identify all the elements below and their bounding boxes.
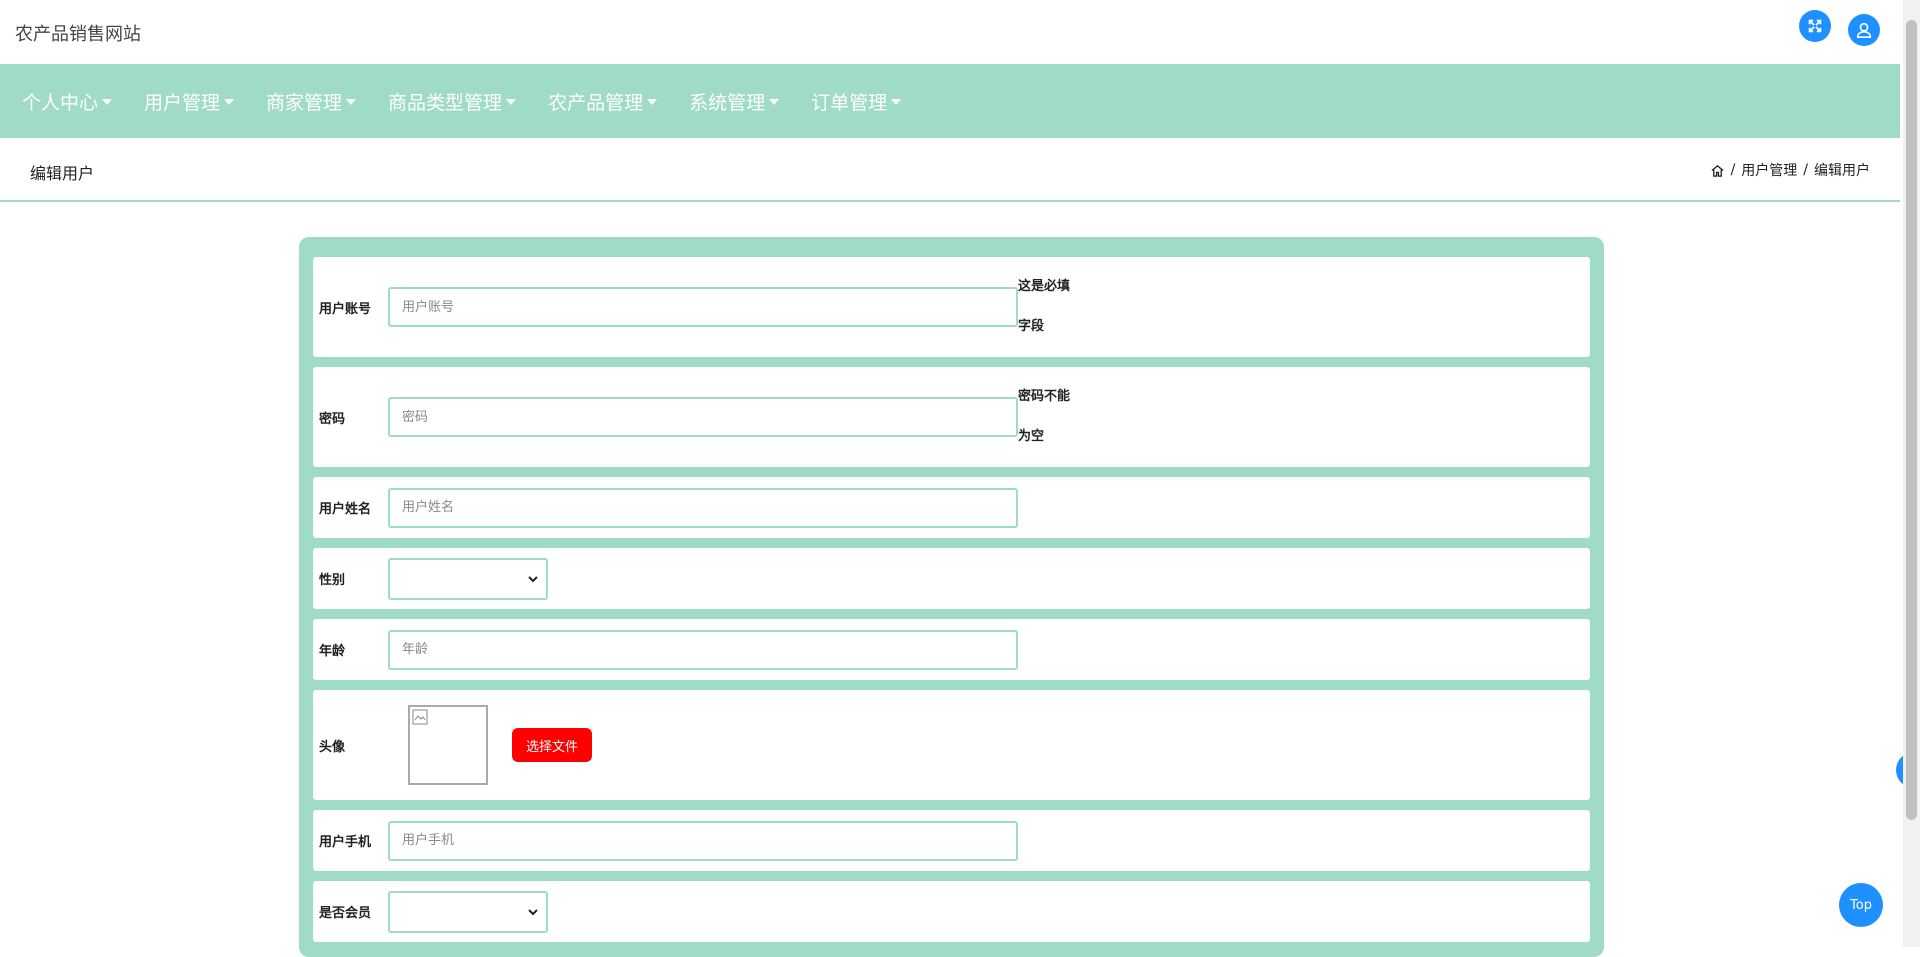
chevron-down-icon <box>528 575 538 582</box>
account-label: 用户账号 <box>319 301 372 317</box>
edit-user-form: 用户账号 这是必填 字段 密码 密码不能 为空 用户姓名 性别 年龄 头像 选择… <box>299 237 1604 957</box>
page-title: 编辑用户 <box>30 164 95 183</box>
breadcrumb-separator: / <box>1803 162 1808 178</box>
site-title: 农产品销售网站 <box>15 24 141 45</box>
password-hint: 密码不能 <box>1018 389 1071 404</box>
chevron-down-icon <box>528 908 538 915</box>
password-label: 密码 <box>319 411 346 427</box>
caret-down-icon <box>346 99 357 105</box>
page-scrollbar[interactable] <box>1903 0 1920 947</box>
breadcrumb: / 用户管理 / 编辑用户 <box>1710 160 1870 180</box>
nav-item-system-management[interactable]: 系统管理 <box>689 88 780 115</box>
gender-label: 性别 <box>319 573 346 588</box>
nav-item-user-management[interactable]: 用户管理 <box>144 88 235 115</box>
caret-down-icon <box>891 99 902 105</box>
nav-item-farm-product-management[interactable]: 农产品管理 <box>548 88 658 115</box>
form-row-avatar: 头像 选择文件 <box>313 690 1590 800</box>
phone-label: 用户手机 <box>319 835 372 850</box>
account-input[interactable] <box>388 287 1018 327</box>
password-input[interactable] <box>388 397 1018 437</box>
form-row-account: 用户账号 这是必填 字段 <box>313 257 1590 357</box>
scrollbar-thumb[interactable] <box>1906 20 1917 820</box>
caret-down-icon <box>769 99 780 105</box>
age-input[interactable] <box>388 629 1018 670</box>
breadcrumb-separator: / <box>1730 162 1736 178</box>
choose-file-button[interactable]: 选择文件 <box>512 728 592 762</box>
caret-down-icon <box>102 99 113 105</box>
fullscreen-icon[interactable] <box>1799 10 1831 42</box>
nav-item-personal-center[interactable]: 个人中心 <box>22 88 113 115</box>
name-input[interactable] <box>388 487 1018 528</box>
breadcrumb-bar: 编辑用户 / 用户管理 / 编辑用户 <box>0 138 1900 202</box>
main-nav: 个人中心 用户管理 商家管理 商品类型管理 农产品管理 系统管理 订单管理 <box>0 64 1900 138</box>
form-row-age: 年龄 <box>313 619 1590 680</box>
breadcrumb-parent[interactable]: 用户管理 <box>1741 160 1797 180</box>
account-hint: 这是必填 <box>1018 279 1071 294</box>
back-to-top-button[interactable]: Top <box>1839 883 1883 927</box>
caret-down-icon <box>224 99 235 105</box>
user-avatar-icon[interactable] <box>1848 14 1880 46</box>
caret-down-icon <box>647 99 658 105</box>
nav-item-merchant-management[interactable]: 商家管理 <box>266 88 357 115</box>
home-icon[interactable] <box>1710 163 1725 178</box>
nav-item-product-type-management[interactable]: 商品类型管理 <box>388 88 517 115</box>
form-row-member: 是否会员 <box>313 881 1590 942</box>
name-label: 用户姓名 <box>319 502 372 517</box>
form-row-phone: 用户手机 <box>313 810 1590 871</box>
age-label: 年龄 <box>319 644 346 659</box>
member-select[interactable] <box>388 890 548 933</box>
gender-select[interactable] <box>388 557 548 600</box>
top-bar: 农产品销售网站 <box>0 0 1900 64</box>
password-hint: 为空 <box>1018 429 1045 444</box>
avatar-preview <box>408 705 488 785</box>
breadcrumb-current: 编辑用户 <box>1814 163 1870 179</box>
avatar-label: 头像 <box>319 739 346 755</box>
phone-input[interactable] <box>388 820 1018 861</box>
nav-item-order-management[interactable]: 订单管理 <box>811 88 902 115</box>
member-label: 是否会员 <box>319 906 372 921</box>
caret-down-icon <box>506 99 517 105</box>
account-hint: 字段 <box>1018 319 1045 334</box>
form-row-password: 密码 密码不能 为空 <box>313 367 1590 467</box>
form-row-gender: 性别 <box>313 548 1590 609</box>
broken-image-icon <box>412 709 428 725</box>
form-row-name: 用户姓名 <box>313 477 1590 538</box>
